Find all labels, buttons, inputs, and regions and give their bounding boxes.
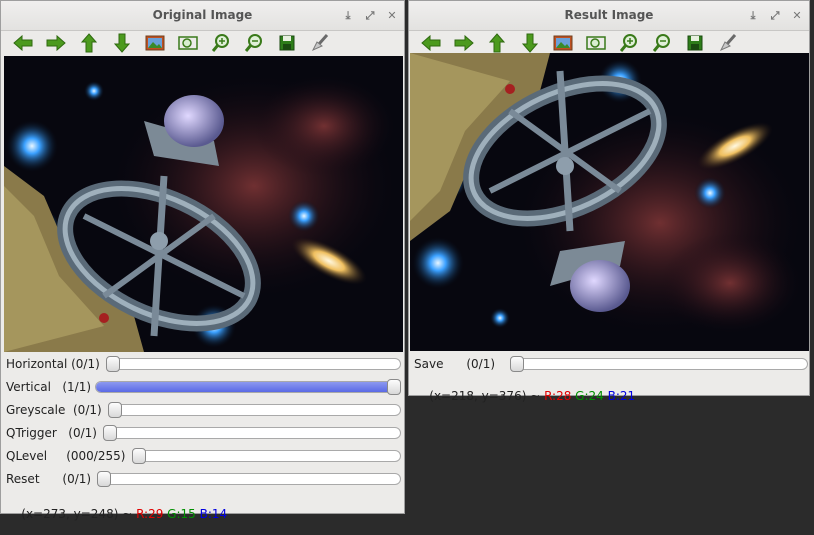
pixel-blue-value: B:21 <box>607 389 636 403</box>
trackbar-row: QTrigger (0/1) <box>6 423 97 443</box>
trackbar-row: QLevel (000/255) <box>6 446 125 466</box>
trackbar-slider[interactable] <box>108 402 401 418</box>
zoom-in-icon[interactable] <box>617 32 641 54</box>
pixel-blue-value: B:14 <box>199 507 228 521</box>
save-icon[interactable] <box>683 32 707 54</box>
arrow-down-icon[interactable] <box>518 32 542 54</box>
close-icon[interactable]: ✕ <box>386 9 398 22</box>
maximize-icon[interactable]: ⤢ <box>364 9 376 22</box>
pixel-red-value: R:29 <box>136 507 164 521</box>
space-station-image <box>4 56 403 352</box>
trackbar-handle[interactable] <box>387 379 401 395</box>
window-title: Result Image <box>564 8 654 22</box>
cursor-coordinates: (x=273, y=248) ~ <box>21 507 137 521</box>
original-toolbar <box>1 31 404 55</box>
trackbar-slider[interactable] <box>510 356 808 372</box>
original-image-canvas[interactable] <box>4 56 403 352</box>
zoom-out-icon[interactable] <box>650 32 674 54</box>
result-image-canvas[interactable] <box>410 53 809 351</box>
result-status-bar: (x=218, y=376) ~ R:28 G:24 B:21 <box>414 375 635 417</box>
zoom-fit-icon[interactable] <box>584 32 608 54</box>
trackbar-label: Greyscale (0/1) <box>6 403 102 417</box>
arrow-left-icon[interactable] <box>419 32 443 54</box>
window-title: Original Image <box>152 8 253 22</box>
result-window-titlebar[interactable]: Result Image ⤓ ⤢ ✕ <box>409 1 809 31</box>
result-image-window: Result Image ⤓ ⤢ ✕ Save (0/1) (x=218, y=… <box>408 0 810 403</box>
arrow-up-icon[interactable] <box>77 32 101 54</box>
properties-icon[interactable] <box>716 32 740 54</box>
cursor-coordinates: (x=218, y=376) ~ <box>429 389 545 403</box>
arrow-left-icon[interactable] <box>11 32 35 54</box>
trackbar-slider[interactable] <box>132 448 401 464</box>
pixel-red-value: R:28 <box>544 389 572 403</box>
image-icon[interactable] <box>551 32 575 54</box>
pixel-green-value: G:15 <box>167 507 196 521</box>
zoom-fit-icon[interactable] <box>176 32 200 54</box>
zoom-out-icon[interactable] <box>242 32 266 54</box>
trackbar-handle[interactable] <box>97 471 111 487</box>
trackbar-slider[interactable] <box>97 471 401 487</box>
properties-icon[interactable] <box>308 32 332 54</box>
trackbar-label: Reset (0/1) <box>6 472 92 486</box>
trackbar-fill <box>96 382 395 392</box>
arrow-right-icon[interactable] <box>44 32 68 54</box>
trackbar-label: Horizontal (0/1) <box>6 357 100 371</box>
trackbar-label: QLevel (000/255) <box>6 449 126 463</box>
trackbar-label: QTrigger (0/1) <box>6 426 97 440</box>
trackbar-handle[interactable] <box>108 402 122 418</box>
trackbar-slider[interactable] <box>95 379 401 395</box>
trackbar-label: Save (0/1) <box>414 357 496 371</box>
trackbar-slider[interactable] <box>103 425 401 441</box>
trackbar-row: Greyscale (0/1) <box>6 400 102 420</box>
zoom-in-icon[interactable] <box>209 32 233 54</box>
trackbar-row: Horizontal (0/1) <box>6 354 100 374</box>
trackbar-handle[interactable] <box>103 425 117 441</box>
arrow-up-icon[interactable] <box>485 32 509 54</box>
minimize-icon[interactable]: ⤓ <box>747 9 759 22</box>
trackbar-handle[interactable] <box>510 356 524 372</box>
trackbar-row: Vertical (1/1) <box>6 377 91 397</box>
space-station-flipped-image <box>410 53 809 351</box>
arrow-down-icon[interactable] <box>110 32 134 54</box>
trackbar-label: Vertical (1/1) <box>6 380 92 394</box>
minimize-icon[interactable]: ⤓ <box>342 9 354 22</box>
original-window-titlebar[interactable]: Original Image ⤓ ⤢ ✕ <box>1 1 404 31</box>
result-toolbar <box>409 31 809 55</box>
arrow-right-icon[interactable] <box>452 32 476 54</box>
original-image-window: Original Image ⤓ ⤢ ✕ Horizontal (0/1) Ve… <box>0 0 405 521</box>
save-icon[interactable] <box>275 32 299 54</box>
trackbar-row: Save (0/1) <box>414 354 495 374</box>
trackbar-slider[interactable] <box>106 356 401 372</box>
trackbar-row: Reset (0/1) <box>6 469 91 489</box>
original-status-bar: (x=273, y=248) ~ R:29 G:15 B:14 <box>6 493 227 535</box>
maximize-icon[interactable]: ⤢ <box>769 9 781 22</box>
trackbar-handle[interactable] <box>132 448 146 464</box>
trackbar-handle[interactable] <box>106 356 120 372</box>
image-icon[interactable] <box>143 32 167 54</box>
close-icon[interactable]: ✕ <box>791 9 803 22</box>
pixel-green-value: G:24 <box>575 389 604 403</box>
